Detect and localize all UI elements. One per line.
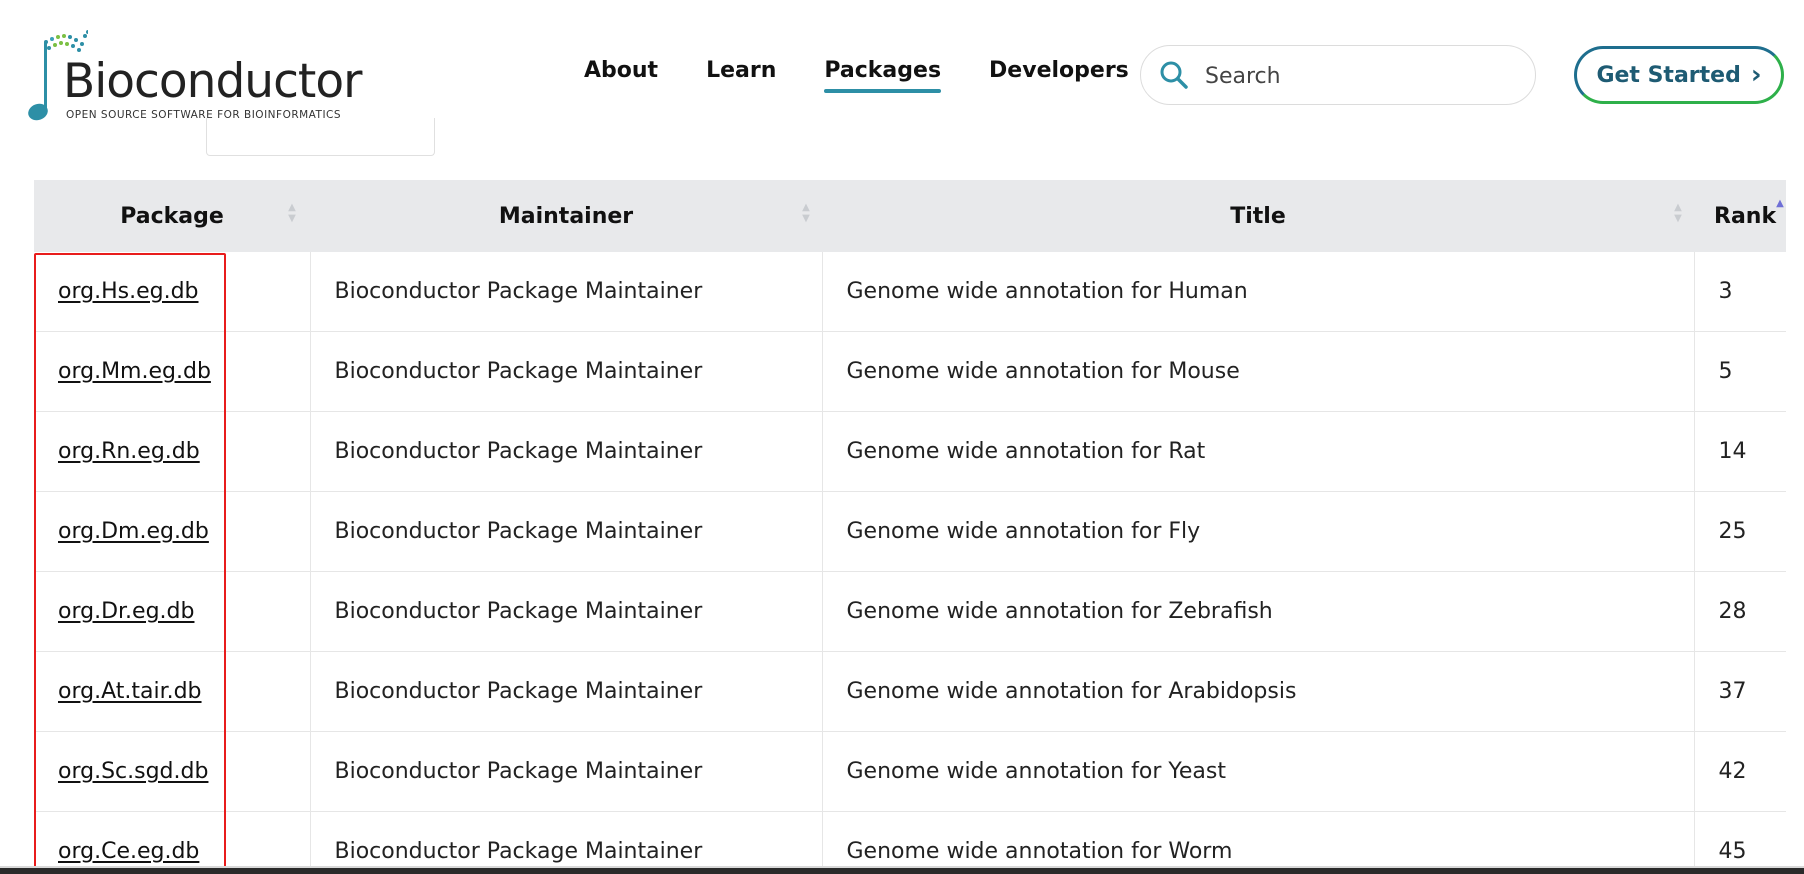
title-cell: Genome wide annotation for Zebrafish	[846, 599, 1273, 624]
nav-packages[interactable]: Packages	[824, 58, 941, 93]
rank-cell: 45	[1718, 839, 1747, 864]
maintainer-cell: Bioconductor Package Maintainer	[334, 679, 703, 704]
package-cell: org.At.tair.db	[34, 651, 310, 732]
package-link[interactable]: org.Dr.eg.db	[58, 599, 194, 624]
maintainer-cell: Bioconductor Package Maintainer	[309, 411, 822, 492]
title-cell: Genome wide annotation for Yeast	[846, 759, 1226, 784]
table-header-row: Package ▲ ▼ Maintainer ▲ ▼ Title ▲ ▼ Rank ▲	[34, 180, 1786, 252]
sort-icon: ▲ ▼	[802, 202, 810, 224]
sort-icon: ▲ ▼	[288, 202, 296, 224]
title-cell: Genome wide annotation for Fly	[846, 519, 1201, 544]
title-cell: Genome wide annotation for Worm	[846, 839, 1233, 864]
rank-cell: 37	[1693, 651, 1786, 732]
maintainer-cell: Bioconductor Package Maintainer	[334, 519, 703, 544]
table-row: org.Dr.eg.db Bioconductor Package Maintai…	[34, 571, 1786, 652]
package-link[interactable]: org.At.tair.db	[58, 679, 202, 704]
title-cell: Genome wide annotation for Arabidopsis	[821, 651, 1694, 732]
search-input[interactable]	[1203, 58, 1507, 94]
filter-input-partial[interactable]	[206, 118, 435, 156]
table-row: org.Mm.eg.db Bioconductor Package Maintai…	[34, 331, 1786, 412]
taskbar-edge	[0, 868, 1804, 874]
rank-cell: 28	[1718, 599, 1747, 624]
package-link[interactable]: org.Hs.eg.db	[58, 279, 199, 304]
search-box[interactable]	[1140, 45, 1536, 105]
rank-cell: 5	[1718, 359, 1733, 384]
package-cell: org.Sc.sgd.db	[34, 731, 310, 812]
rank-cell: 37	[1718, 679, 1747, 704]
title-cell: Genome wide annotation for Fly	[821, 491, 1694, 572]
maintainer-cell: Bioconductor Package Maintainer	[309, 252, 822, 332]
table-body: org.Hs.eg.db Bioconductor Package Maintai…	[34, 252, 1786, 874]
main-nav: About Learn Packages Developers	[584, 58, 1177, 93]
rank-cell: 42	[1718, 759, 1747, 784]
table-row: org.Hs.eg.db Bioconductor Package Maintai…	[34, 252, 1786, 332]
package-cell: org.Dr.eg.db	[34, 571, 310, 652]
title-cell: Genome wide annotation for Worm	[821, 811, 1694, 874]
title-cell: Genome wide annotation for Arabidopsis	[846, 679, 1297, 704]
table-row: org.Dm.eg.db Bioconductor Package Maintai…	[34, 491, 1786, 572]
package-cell: org.Rn.eg.db	[34, 411, 310, 492]
nav-developers[interactable]: Developers	[989, 58, 1129, 91]
package-cell: org.Ce.eg.db	[34, 811, 310, 874]
maintainer-cell: Bioconductor Package Maintainer	[334, 759, 703, 784]
rank-cell: 42	[1693, 731, 1786, 812]
rank-cell: 5	[1693, 331, 1786, 412]
sort-ascending-icon: ▲	[1776, 198, 1784, 209]
table-row: org.Rn.eg.db Bioconductor Package Maintai…	[34, 411, 1786, 492]
bioconductor-logo[interactable]: Bioconductor OPEN SOURCE SOFTWARE FOR BI…	[28, 28, 362, 124]
title-cell: Genome wide annotation for Mouse	[821, 331, 1694, 412]
maintainer-cell: Bioconductor Package Maintainer	[309, 651, 822, 732]
sort-icon: ▲ ▼	[1674, 202, 1682, 224]
package-cell: org.Hs.eg.db	[34, 252, 310, 332]
maintainer-cell: Bioconductor Package Maintainer	[334, 599, 703, 624]
maintainer-cell: Bioconductor Package Maintainer	[309, 491, 822, 572]
column-header-title[interactable]: Title ▲ ▼	[822, 180, 1694, 252]
get-started-button[interactable]: Get Started ›	[1574, 46, 1784, 104]
maintainer-cell: Bioconductor Package Maintainer	[309, 331, 822, 412]
title-cell: Genome wide annotation for Zebrafish	[821, 571, 1694, 652]
title-cell: Genome wide annotation for Yeast	[821, 731, 1694, 812]
maintainer-cell: Bioconductor Package Maintainer	[309, 571, 822, 652]
title-cell: Genome wide annotation for Human	[821, 252, 1694, 332]
maintainer-cell: Bioconductor Package Maintainer	[334, 839, 703, 864]
rank-cell: 28	[1693, 571, 1786, 652]
rank-cell: 14	[1693, 411, 1786, 492]
rank-cell: 3	[1718, 279, 1733, 304]
maintainer-cell: Bioconductor Package Maintainer	[309, 811, 822, 874]
package-cell: org.Mm.eg.db	[34, 331, 310, 412]
title-cell: Genome wide annotation for Rat	[846, 439, 1206, 464]
title-cell: Genome wide annotation for Human	[846, 279, 1248, 304]
package-link[interactable]: org.Dm.eg.db	[58, 519, 209, 544]
package-link[interactable]: org.Mm.eg.db	[58, 359, 211, 384]
package-link[interactable]: org.Ce.eg.db	[58, 839, 199, 864]
nav-about[interactable]: About	[584, 58, 658, 91]
logo-wordmark: Bioconductor	[63, 54, 362, 109]
maintainer-cell: Bioconductor Package Maintainer	[334, 279, 703, 304]
rank-cell: 3	[1693, 252, 1786, 332]
package-link[interactable]: org.Rn.eg.db	[58, 439, 200, 464]
rank-cell: 25	[1693, 491, 1786, 572]
table-row: org.Sc.sgd.db Bioconductor Package Mainta…	[34, 731, 1786, 812]
column-header-package[interactable]: Package ▲ ▼	[34, 180, 310, 252]
column-header-rank[interactable]: Rank ▲	[1694, 180, 1786, 252]
package-link[interactable]: org.Sc.sgd.db	[58, 759, 208, 784]
search-icon	[1160, 61, 1188, 89]
maintainer-cell: Bioconductor Package Maintainer	[334, 439, 703, 464]
table-row: org.At.tair.db Bioconductor Package Maint…	[34, 651, 1786, 732]
rank-cell: 25	[1718, 519, 1747, 544]
table-row: org.Ce.eg.db Bioconductor Package Maintai…	[34, 811, 1786, 874]
title-cell: Genome wide annotation for Mouse	[846, 359, 1240, 384]
title-cell: Genome wide annotation for Rat	[821, 411, 1694, 492]
maintainer-cell: Bioconductor Package Maintainer	[334, 359, 703, 384]
rank-cell: 14	[1718, 439, 1747, 464]
get-started-label: Get Started	[1596, 62, 1741, 88]
nav-learn[interactable]: Learn	[706, 58, 776, 91]
column-header-maintainer[interactable]: Maintainer ▲ ▼	[310, 180, 822, 252]
packages-table: Package ▲ ▼ Maintainer ▲ ▼ Title ▲ ▼ Rank ▲…	[34, 180, 1786, 874]
maintainer-cell: Bioconductor Package Maintainer	[309, 731, 822, 812]
chevron-right-icon: ›	[1750, 60, 1762, 90]
package-cell: org.Dm.eg.db	[34, 491, 310, 572]
rank-cell: 45	[1693, 811, 1786, 874]
